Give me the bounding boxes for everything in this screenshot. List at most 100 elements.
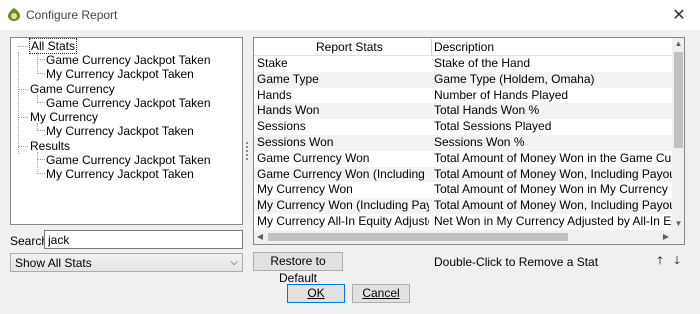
scroll-up-icon[interactable]: ▲ bbox=[672, 38, 684, 50]
tree-item-label: Game Currency Jackpot Taken bbox=[46, 96, 211, 110]
table-row[interactable]: Game Currency Won (Including Payout) Tota… bbox=[254, 166, 672, 183]
column-divider[interactable] bbox=[431, 39, 432, 55]
scrollbar-thumb[interactable] bbox=[268, 233, 568, 241]
button-label: OK bbox=[307, 286, 325, 300]
scrollbar-corner bbox=[672, 230, 684, 244]
move-up-icon[interactable]: 🡑 bbox=[654, 254, 666, 268]
report-stats-table[interactable]: Report Stats Description Stake Stake of t… bbox=[253, 37, 685, 245]
tree-item-game-currency[interactable]: Game Currency bbox=[30, 82, 115, 96]
button-label: Restore to Default bbox=[270, 254, 326, 285]
stat-name: Hands Won bbox=[257, 103, 320, 118]
tree-item-my-currency-jackpot-taken[interactable]: My Currency Jackpot Taken bbox=[46, 167, 194, 181]
tree-item-label: My Currency Jackpot Taken bbox=[46, 67, 194, 81]
configure-report-dialog: Configure Report ✕ All Stats Game Curren… bbox=[0, 0, 700, 314]
tree-item-all-stats[interactable]: All Stats bbox=[28, 38, 78, 54]
tree-connector bbox=[18, 146, 28, 147]
restore-to-default-button[interactable]: Restore to Default bbox=[253, 252, 343, 285]
dropdown-value: Show All Stats bbox=[15, 256, 92, 270]
tree-item-label: All Stats bbox=[28, 38, 78, 54]
vertical-scrollbar[interactable]: ▲ ▼ bbox=[672, 38, 684, 230]
table-row[interactable]: My Currency Won (Including Payouts) Total… bbox=[254, 198, 672, 214]
ok-button[interactable]: OK bbox=[287, 284, 345, 303]
table-row[interactable]: Hands Number of Hands Played bbox=[254, 88, 672, 104]
tree-item-my-currency-jackpot-taken[interactable]: My Currency Jackpot Taken bbox=[46, 67, 194, 81]
stat-description: Stake of the Hand bbox=[434, 56, 531, 70]
stat-description: Sessions Won % bbox=[434, 135, 525, 149]
tree-item-label: Results bbox=[30, 139, 71, 153]
scroll-left-icon[interactable]: ◀ bbox=[254, 230, 266, 244]
stat-description: Game Type (Holdem, Omaha) bbox=[434, 71, 595, 86]
splitter-grip-icon[interactable] bbox=[245, 140, 249, 164]
cancel-button[interactable]: Cancel bbox=[352, 284, 410, 303]
close-icon: ✕ bbox=[672, 7, 686, 24]
remove-stat-hint: Double-Click to Remove a Stat bbox=[434, 255, 599, 269]
table-row[interactable]: Game Currency Won Total Amount of Money W… bbox=[254, 151, 672, 167]
tree-item-label: Game Currency Jackpot Taken bbox=[46, 53, 211, 67]
stat-description: Total Sessions Played bbox=[434, 119, 552, 134]
tree-item-label: My Currency Jackpot Taken bbox=[46, 167, 194, 181]
tree-item-label: My Currency bbox=[30, 110, 99, 124]
tree-item-game-currency-jackpot-taken[interactable]: Game Currency Jackpot Taken bbox=[46, 96, 211, 110]
move-down-icon[interactable]: 🡓 bbox=[671, 254, 683, 268]
stat-name: Game Currency Won bbox=[257, 150, 370, 165]
stat-name: Sessions bbox=[257, 119, 306, 134]
tree-connector bbox=[37, 73, 45, 74]
tree-connector bbox=[37, 59, 45, 60]
search-input[interactable] bbox=[44, 230, 243, 249]
stat-description: Total Hands Won % bbox=[434, 103, 540, 118]
stat-name: My Currency Won (Including Payouts) bbox=[257, 198, 429, 213]
table-row[interactable]: Hands Won Total Hands Won % bbox=[254, 103, 672, 120]
app-icon bbox=[8, 8, 20, 21]
horizontal-scrollbar[interactable]: ◀ ▶ bbox=[254, 230, 672, 244]
stats-filter-dropdown[interactable]: Show All Stats ⌵ bbox=[10, 253, 243, 272]
stat-name: Stake bbox=[257, 56, 288, 70]
tree-connector bbox=[18, 46, 28, 47]
stat-description: Net Won in My Currency Adjusted by All-I… bbox=[434, 214, 672, 228]
scroll-down-icon[interactable]: ▼ bbox=[672, 218, 684, 230]
title-bar: Configure Report ✕ bbox=[0, 0, 700, 30]
table-row[interactable]: My Currency Won Total Amount of Money Won… bbox=[254, 182, 672, 198]
stat-name: Game Currency Won (Including Payout) bbox=[257, 166, 429, 181]
table-row[interactable]: Sessions Won Sessions Won % bbox=[254, 135, 672, 151]
stat-description: Number of Hands Played bbox=[434, 87, 569, 102]
tree-connector bbox=[37, 173, 45, 174]
chevron-down-icon: ⌵ bbox=[230, 257, 238, 268]
tree-connector bbox=[37, 130, 45, 131]
tree-connector bbox=[18, 89, 28, 90]
window-title: Configure Report bbox=[26, 8, 118, 22]
stat-description: Total Amount of Money Won, Including Pay… bbox=[434, 166, 672, 181]
scrollbar-thumb[interactable] bbox=[674, 52, 683, 148]
tree-connector bbox=[37, 152, 38, 174]
tree-connector bbox=[37, 102, 45, 103]
tree-item-label: Game Currency Jackpot Taken bbox=[46, 153, 211, 167]
stat-name: Hands bbox=[257, 87, 292, 102]
stat-description: Total Amount of Money Won in the Game Cu… bbox=[434, 150, 672, 165]
tree-item-results[interactable]: Results bbox=[30, 139, 70, 153]
table-row[interactable]: Game Type Game Type (Holdem, Omaha) bbox=[254, 71, 672, 88]
stats-tree[interactable]: All Stats Game Currency Jackpot Taken My… bbox=[10, 37, 243, 225]
tree-item-game-currency-jackpot-taken[interactable]: Game Currency Jackpot Taken bbox=[46, 53, 211, 67]
scroll-right-icon[interactable]: ▶ bbox=[660, 230, 672, 244]
stat-name: Game Type bbox=[257, 71, 319, 86]
tree-item-label: Game Currency bbox=[30, 82, 115, 96]
table-row[interactable]: My Currency All-In Equity Adjusted Net Wo… bbox=[254, 214, 672, 230]
tree-item-my-currency-jackpot-taken[interactable]: My Currency Jackpot Taken bbox=[46, 124, 194, 138]
column-header-report-stats[interactable]: Report Stats bbox=[316, 38, 383, 56]
close-button[interactable]: ✕ bbox=[658, 0, 700, 30]
column-header-description[interactable]: Description bbox=[434, 38, 494, 56]
button-label: Cancel bbox=[362, 286, 400, 300]
stat-name: My Currency Won bbox=[257, 182, 353, 197]
tree-connector bbox=[18, 52, 19, 154]
tree-connector bbox=[37, 159, 45, 160]
tree-connector bbox=[18, 117, 28, 118]
tree-item-my-currency[interactable]: My Currency bbox=[30, 110, 98, 124]
stat-name: Sessions Won bbox=[257, 135, 334, 149]
stat-description: Total Amount of Money Won in My Currency bbox=[434, 182, 668, 197]
tree-item-game-currency-jackpot-taken[interactable]: Game Currency Jackpot Taken bbox=[46, 153, 211, 167]
table-header: Report Stats Description bbox=[254, 38, 672, 56]
table-row[interactable]: Stake Stake of the Hand bbox=[254, 56, 672, 72]
tree-connector bbox=[37, 52, 38, 74]
table-row[interactable]: Sessions Total Sessions Played bbox=[254, 119, 672, 135]
stat-description: Total Amount of Money Won, Including Pay… bbox=[434, 198, 672, 213]
stat-name: My Currency All-In Equity Adjusted bbox=[257, 214, 429, 228]
